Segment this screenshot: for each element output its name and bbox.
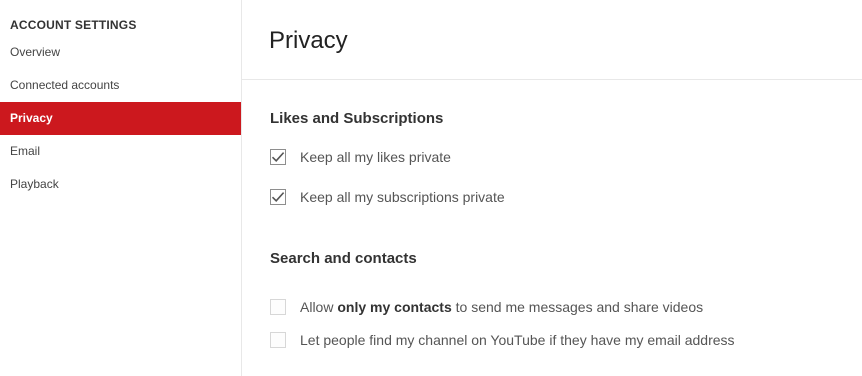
option-subscriptions-private[interactable]: Keep all my subscriptions private (270, 187, 862, 207)
option-label-strong: only my contacts (337, 299, 452, 315)
sidebar-item-connected-accounts[interactable]: Connected accounts (0, 69, 241, 102)
option-label-find-by-email: Let people find my channel on YouTube if… (300, 332, 735, 348)
checkbox-find-by-email[interactable] (270, 332, 286, 348)
sidebar-item-playback[interactable]: Playback (0, 168, 241, 201)
checkbox-contacts-only-messages[interactable] (270, 299, 286, 315)
section-title-search-contacts: Search and contacts (270, 250, 417, 267)
checkmark-icon (271, 152, 285, 162)
option-label-contacts-only-messages: Allow only my contacts to send me messag… (300, 299, 703, 315)
section-likes-subscriptions: Likes and Subscriptions Keep all my like… (242, 80, 862, 207)
sidebar-item-privacy[interactable]: Privacy (0, 102, 241, 135)
checkmark-icon (271, 192, 285, 202)
checkbox-likes-private[interactable] (270, 149, 286, 165)
page-title: Privacy (269, 27, 348, 54)
page-header: Privacy (242, 0, 862, 80)
settings-sidebar: ACCOUNT SETTINGS Overview Connected acco… (0, 0, 242, 376)
sidebar-heading: ACCOUNT SETTINGS (10, 18, 137, 32)
section-title-likes-subscriptions: Likes and Subscriptions (270, 110, 444, 127)
settings-nav: Overview Connected accounts Privacy Emai… (0, 36, 241, 201)
checkbox-subscriptions-private[interactable] (270, 189, 286, 205)
sidebar-item-email[interactable]: Email (0, 135, 241, 168)
option-find-by-email[interactable]: Let people find my channel on YouTube if… (270, 330, 862, 350)
option-label-subscriptions-private: Keep all my subscriptions private (300, 189, 505, 205)
option-label-after: to send me messages and share videos (451, 299, 704, 315)
option-likes-private[interactable]: Keep all my likes private (270, 147, 862, 167)
section-search-contacts: Search and contacts Allow only my contac… (242, 250, 862, 350)
option-label-before: Allow (300, 299, 338, 315)
sidebar-item-overview[interactable]: Overview (0, 36, 241, 69)
option-contacts-only-messages[interactable]: Allow only my contacts to send me messag… (270, 297, 862, 317)
settings-app: ACCOUNT SETTINGS Overview Connected acco… (0, 0, 862, 376)
settings-main: Privacy Likes and Subscriptions Keep all… (242, 0, 862, 376)
option-label-likes-private: Keep all my likes private (300, 149, 451, 165)
